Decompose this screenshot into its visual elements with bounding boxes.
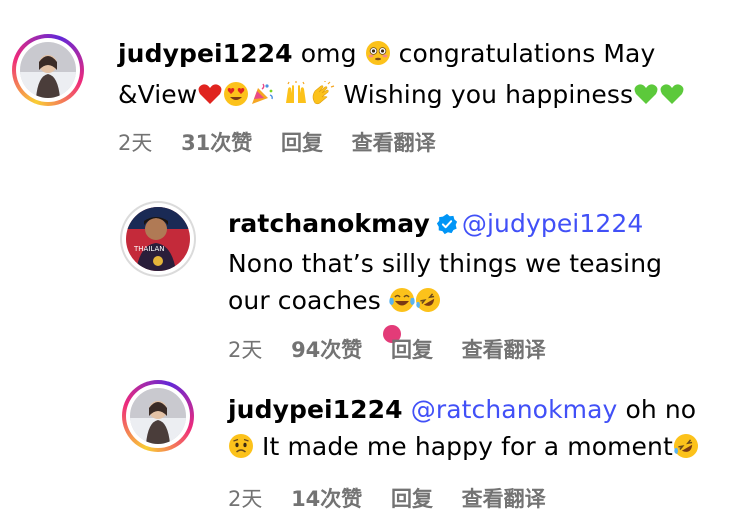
rolling-laughing-emoji-icon <box>415 286 441 323</box>
green-heart-emoji-icon <box>659 80 685 117</box>
mention-link[interactable]: @judypei1224 <box>462 209 643 238</box>
comment-body: judypei1224 omg congratulations May &Vie… <box>118 35 718 117</box>
comment-time: 2天 <box>228 487 263 511</box>
likes-count[interactable]: 94次赞 <box>291 334 362 364</box>
translate-button[interactable]: 查看翻译 <box>352 127 436 157</box>
reply-button[interactable]: 回复 <box>391 334 433 364</box>
party-popper-emoji-icon <box>249 80 275 117</box>
avatar-ratchanokmay[interactable]: THAILAN <box>120 201 196 277</box>
comment-meta: 2天 94次赞 回复 查看翻译 <box>228 334 568 364</box>
comment-meta: 2天 31次赞 回复 查看翻译 <box>118 127 458 157</box>
likes-count[interactable]: 31次赞 <box>181 127 252 157</box>
clapping-hands-emoji-icon <box>309 80 335 117</box>
heart-eyes-emoji-icon <box>223 80 249 117</box>
green-heart-emoji-icon <box>633 80 659 117</box>
reply-button[interactable]: 回复 <box>391 483 433 513</box>
comment-time: 2天 <box>228 338 263 362</box>
mention-link[interactable]: @ratchanokmay <box>411 395 618 424</box>
rolling-laughing-emoji-icon <box>673 432 699 469</box>
avatar-judypei1224[interactable] <box>122 380 194 452</box>
comment-body: judypei1224 @ratchanokmay oh no It made … <box>228 391 718 469</box>
verified-badge-icon <box>436 208 458 245</box>
worried-emoji-icon <box>228 432 254 469</box>
raising-hands-emoji-icon <box>283 80 309 117</box>
comment-time: 2天 <box>118 131 153 155</box>
comment-meta: 2天 14次赞 回复 查看翻译 <box>228 483 568 513</box>
translate-button[interactable]: 查看翻译 <box>462 483 546 513</box>
username[interactable]: judypei1224 <box>228 395 403 424</box>
red-heart-emoji-icon <box>197 80 223 117</box>
username[interactable]: ratchanokmay <box>228 209 430 238</box>
avatar-judypei1224[interactable] <box>12 34 84 106</box>
translate-button[interactable]: 查看翻译 <box>462 334 546 364</box>
comment-body: ratchanokmay @judypei1224 Nono that’s si… <box>228 205 718 323</box>
username[interactable]: judypei1224 <box>118 39 293 68</box>
flushed-emoji-icon <box>365 39 391 76</box>
svg-text:THAILAN: THAILAN <box>133 245 164 253</box>
reply-button[interactable]: 回复 <box>281 127 323 157</box>
tears-of-joy-emoji-icon <box>389 286 415 323</box>
likes-count[interactable]: 14次赞 <box>291 483 362 513</box>
